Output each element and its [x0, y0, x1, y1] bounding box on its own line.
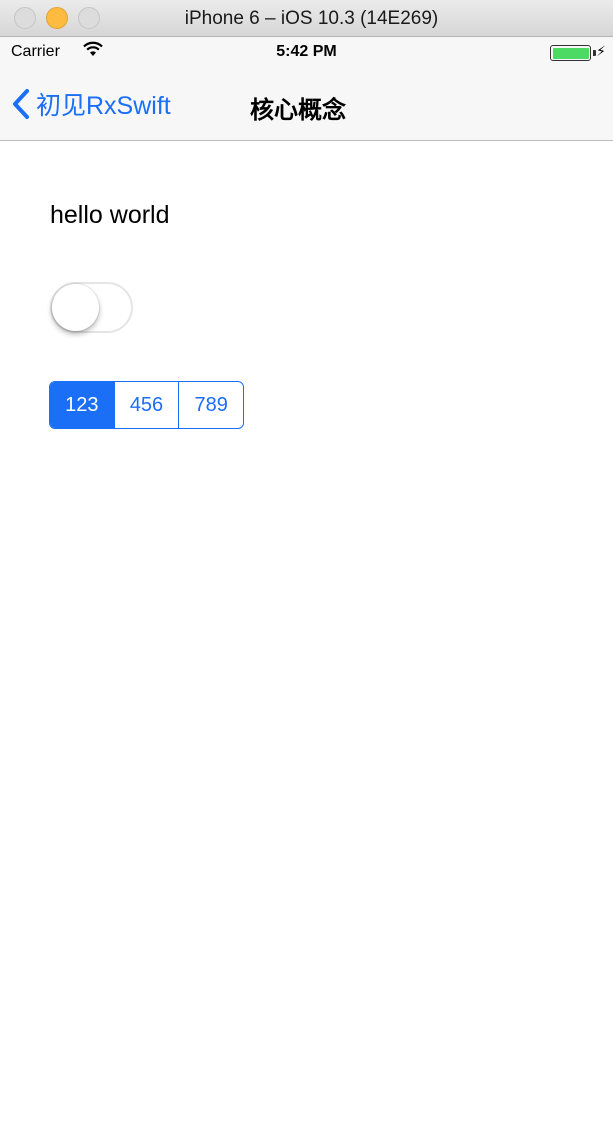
- segment-123[interactable]: 123: [50, 382, 114, 428]
- segmented-control: 123 456 789: [49, 381, 244, 429]
- simulator-title-bar: iPhone 6 – iOS 10.3 (14E269): [0, 0, 613, 37]
- nav-title: 核心概念: [250, 97, 346, 124]
- chevron-left-icon: [13, 89, 29, 119]
- back-button-label: 初见RxSwift: [36, 92, 171, 120]
- navigation-bar: 初见RxSwift 核心概念: [0, 67, 613, 141]
- hello-label: hello world: [50, 201, 170, 229]
- toggle-switch[interactable]: [50, 282, 133, 333]
- window-title: iPhone 6 – iOS 10.3 (14E269): [184, 8, 439, 29]
- status-bar: Carrier 5:42 PM ⚡: [0, 37, 613, 67]
- segment-456[interactable]: 456: [113, 382, 179, 428]
- switch-knob: [52, 284, 99, 331]
- charging-bolt-icon: ⚡: [596, 43, 606, 59]
- status-time: 5:42 PM: [276, 43, 337, 60]
- battery-icon: [550, 45, 591, 61]
- segment-789[interactable]: 789: [178, 382, 243, 428]
- back-button[interactable]: 初见RxSwift: [12, 86, 171, 122]
